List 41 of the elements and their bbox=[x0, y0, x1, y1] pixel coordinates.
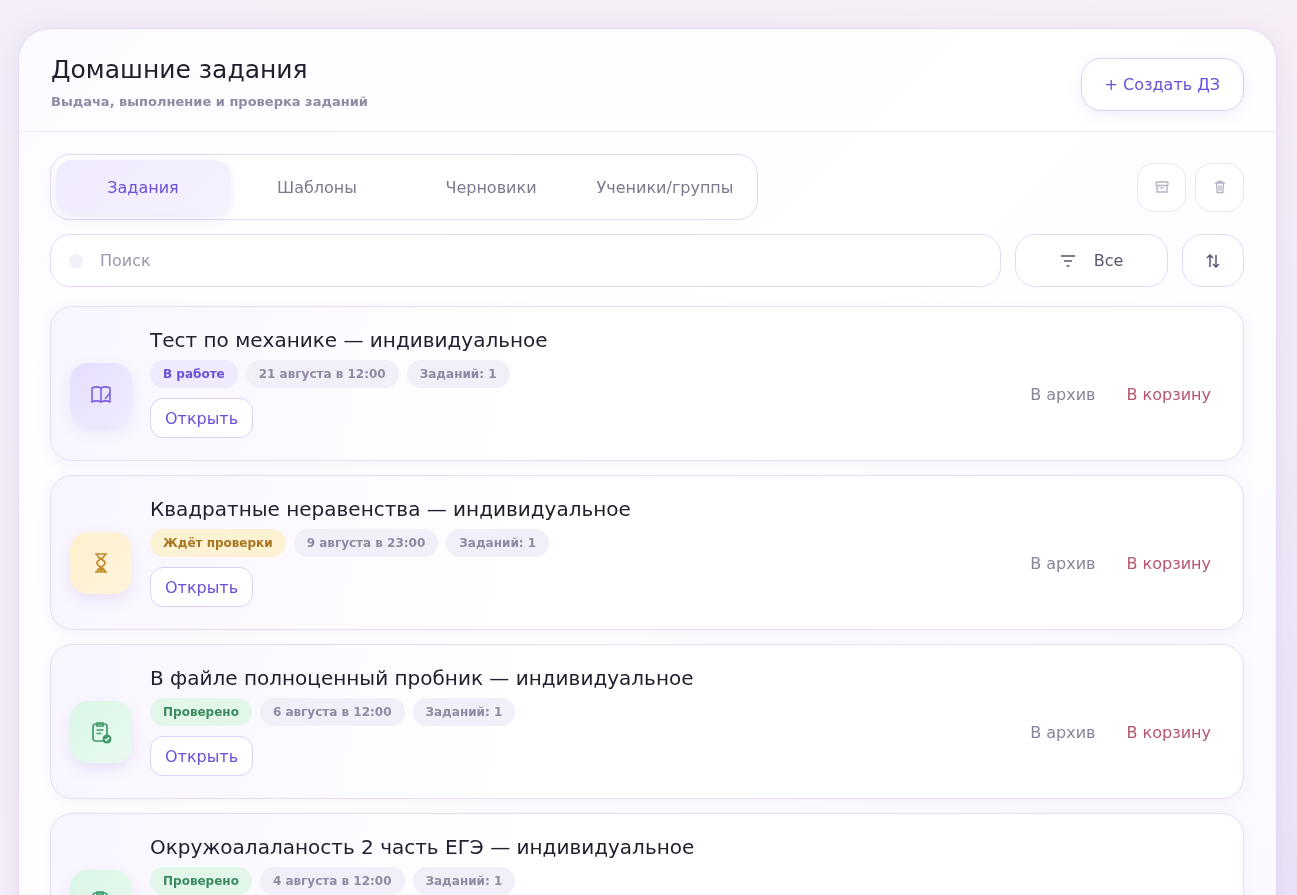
trash-link[interactable]: В корзину bbox=[1126, 384, 1211, 404]
due-date-badge: 6 августа в 12:00 bbox=[259, 698, 405, 726]
create-button[interactable]: + Создать ДЗ bbox=[1080, 58, 1244, 111]
assignment-title: Квадратные неравенства — индивидуальное bbox=[150, 497, 631, 521]
task-count-badge: Заданий: 1 bbox=[412, 867, 516, 895]
task-count-badge: Заданий: 1 bbox=[406, 360, 510, 388]
archive-link[interactable]: В архив bbox=[1030, 722, 1096, 742]
status-badge: Проверено bbox=[150, 867, 252, 895]
sort-button[interactable] bbox=[1182, 234, 1244, 287]
filter-button[interactable]: Все bbox=[1015, 234, 1168, 287]
due-date-badge: 21 августа в 12:00 bbox=[245, 360, 399, 388]
trash-icon bbox=[1212, 180, 1227, 194]
status-badge: Ждёт проверки bbox=[150, 529, 286, 557]
archive-icon bbox=[1154, 180, 1169, 194]
trash-link[interactable]: В корзину bbox=[1126, 553, 1211, 573]
page-subtitle: Выдача, выполнение и проверка заданий bbox=[51, 94, 368, 109]
tab[interactable]: Ученики/группы bbox=[578, 160, 752, 214]
due-date-badge: 9 августа в 23:00 bbox=[293, 529, 439, 557]
search-field[interactable]: Поиск bbox=[50, 234, 1001, 287]
sort-icon bbox=[1206, 253, 1220, 268]
archive-button[interactable] bbox=[1137, 162, 1186, 212]
open-button[interactable]: Открыть bbox=[150, 398, 254, 438]
assignment-title: Тест по механике — индивидуальное bbox=[150, 328, 548, 352]
task-count-badge: Заданий: 1 bbox=[446, 529, 550, 557]
trash-link[interactable]: В корзину bbox=[1126, 722, 1211, 742]
open-button[interactable]: Открыть bbox=[150, 567, 254, 607]
archive-link[interactable]: В архив bbox=[1030, 384, 1096, 404]
filter-icon bbox=[1059, 254, 1076, 267]
assignment-title: В файле полноценный пробник — индивидуальное bbox=[150, 666, 694, 690]
tab[interactable]: Шаблоны bbox=[230, 160, 404, 214]
task-count-badge: Заданий: 1 bbox=[412, 698, 516, 726]
open-button[interactable]: Открыть bbox=[150, 736, 254, 776]
trash-button[interactable] bbox=[1195, 162, 1244, 212]
tab[interactable]: Черновики bbox=[404, 160, 578, 214]
status-badge: Проверено bbox=[150, 698, 252, 726]
due-date-badge: 4 августа в 12:00 bbox=[259, 867, 405, 895]
status-badge: В работе bbox=[150, 360, 238, 388]
page-title: Домашние задания bbox=[51, 55, 309, 84]
tab[interactable]: Задания bbox=[56, 160, 230, 214]
assignment-title: Окружоалаланость 2 часть ЕГЭ — индивидуальное bbox=[150, 835, 695, 859]
archive-link[interactable]: В архив bbox=[1030, 553, 1096, 573]
